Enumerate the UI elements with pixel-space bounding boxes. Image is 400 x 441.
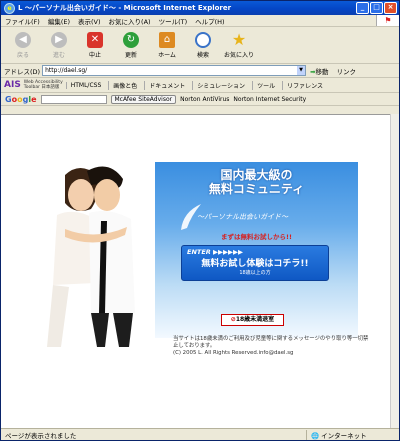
minimize-button[interactable]: _: [356, 2, 369, 14]
links-button[interactable]: リンク: [337, 66, 357, 76]
ais-caption: Web Accessibility Toolbar 日本語版: [23, 80, 63, 90]
google-toolbar: Google McAfee SiteAdvisor Norton AntiVir…: [1, 93, 399, 106]
enter-main-text: 無料お試し体験はコチラ!!: [201, 259, 309, 269]
address-dropdown-icon[interactable]: ▼: [297, 66, 306, 75]
footer-notice: 当サイトは18歳未満のご利用及び児童等に関するメッセージのやり取り等一切禁止して…: [173, 336, 369, 356]
copyright: (C) 2005 L. All Rights Reserved.info@dae…: [173, 350, 294, 356]
favorites-button[interactable]: ★ お気に入り: [221, 29, 257, 59]
back-button[interactable]: ◀ 戻る: [5, 31, 41, 59]
title-bar: e L ～パーソナル出会いガイド～ - Microsoft Internet E…: [1, 1, 399, 15]
star-icon: ★: [231, 29, 247, 49]
close-button[interactable]: ×: [384, 2, 397, 14]
ais-document[interactable]: ドキュメント: [144, 80, 189, 90]
free-trial-text: まずは無料お試しから!!: [221, 233, 292, 241]
site-subtitle: ～パーソナル出会いガイド～: [197, 213, 288, 221]
menu-favorites[interactable]: お気に入り(A): [109, 16, 151, 26]
address-label: アドレス(D): [4, 67, 41, 76]
refresh-icon: ↻: [123, 31, 139, 48]
windows-flag-icon: ⚑: [376, 15, 399, 26]
ais-simulation[interactable]: シミュレーション: [192, 80, 249, 90]
forward-button[interactable]: ▶ 進む: [41, 31, 77, 59]
menu-view[interactable]: 表示(V): [78, 16, 101, 26]
ie-logo-icon: e: [4, 2, 15, 14]
back-arrow-icon: ◀: [15, 31, 31, 48]
ais-tools[interactable]: ツール: [252, 80, 279, 90]
address-input[interactable]: http://dael.sg/ ▼: [42, 65, 307, 76]
menu-bar: ファイル(F) 編集(E) 表示(V) お気に入り(A) ツール(T) ヘルプ(…: [1, 15, 399, 27]
google-search-input[interactable]: [40, 94, 107, 104]
enter-label: ENTER ▶▶▶▶▶▶: [187, 248, 244, 256]
stop-icon: ✕: [87, 31, 103, 48]
promo-panel: 国内最大級の 無料コミュニティ ～パーソナル出会いガイド～ まずは無料お試しから!…: [155, 162, 358, 338]
maximize-button[interactable]: □: [370, 2, 383, 14]
heading: 国内最大級の 無料コミュニティ: [208, 168, 305, 196]
status-text: ページが表示されました: [5, 431, 77, 440]
norton-antivirus-button[interactable]: Norton AntiVirus: [180, 96, 229, 103]
address-value: http://dael.sg/: [45, 67, 88, 74]
address-bar: アドレス(D) http://dael.sg/ ▼ ➡移動 リンク: [1, 64, 399, 78]
enter-button[interactable]: ENTER ▶▶▶▶▶▶ 無料お試し体験はコチラ!! 18歳以上の方: [181, 245, 329, 281]
enter-age-text: 18歳以上の方: [239, 270, 271, 276]
ais-reference[interactable]: リファレンス: [282, 80, 327, 90]
ais-toolbar: AIS Web Accessibility Toolbar 日本語版 HTML/C…: [1, 78, 399, 93]
menu-help[interactable]: ヘルプ(H): [195, 16, 224, 26]
search-button[interactable]: 検索: [185, 31, 221, 59]
vertical-scrollbar[interactable]: [390, 114, 399, 428]
menu-file[interactable]: ファイル(F): [5, 16, 40, 26]
go-button[interactable]: ➡移動: [310, 66, 328, 76]
ais-logo: AIS: [4, 80, 21, 90]
home-button[interactable]: ⌂ ホーム: [149, 31, 185, 59]
search-icon: [195, 31, 211, 48]
security-zone: 🌐 インターネット: [306, 429, 399, 440]
globe-icon: 🌐: [311, 431, 320, 440]
norton-security-button[interactable]: Norton Internet Security: [233, 96, 306, 103]
refresh-button[interactable]: ↻ 更新: [113, 31, 149, 59]
under18-exit-button[interactable]: ⊘18歳未満退室: [221, 314, 284, 326]
forward-arrow-icon: ▶: [51, 31, 67, 48]
ais-images-colors[interactable]: 画像と色: [108, 80, 141, 90]
browser-window: e L ～パーソナル出会いガイド～ - Microsoft Internet E…: [0, 0, 400, 441]
couple-photo: [35, 163, 157, 347]
google-logo: Google: [5, 94, 37, 104]
standard-toolbar: ◀ 戻る ▶ 進む ✕ 中止 ↻ 更新 ⌂ ホーム 検索 ★ お気に入り: [1, 27, 399, 64]
window-title: L ～パーソナル出会いガイド～ - Microsoft Internet Exp…: [18, 4, 232, 12]
status-bar: ページが表示されました 🌐 インターネット: [1, 428, 399, 440]
menu-edit[interactable]: 編集(E): [48, 16, 70, 26]
home-icon: ⌂: [159, 31, 175, 48]
ais-html-css[interactable]: HTML/CSS: [65, 81, 106, 89]
menu-tools[interactable]: ツール(T): [159, 16, 188, 26]
stop-button[interactable]: ✕ 中止: [77, 31, 113, 59]
mcafee-siteadvisor-button[interactable]: McAfee SiteAdvisor: [110, 94, 177, 104]
